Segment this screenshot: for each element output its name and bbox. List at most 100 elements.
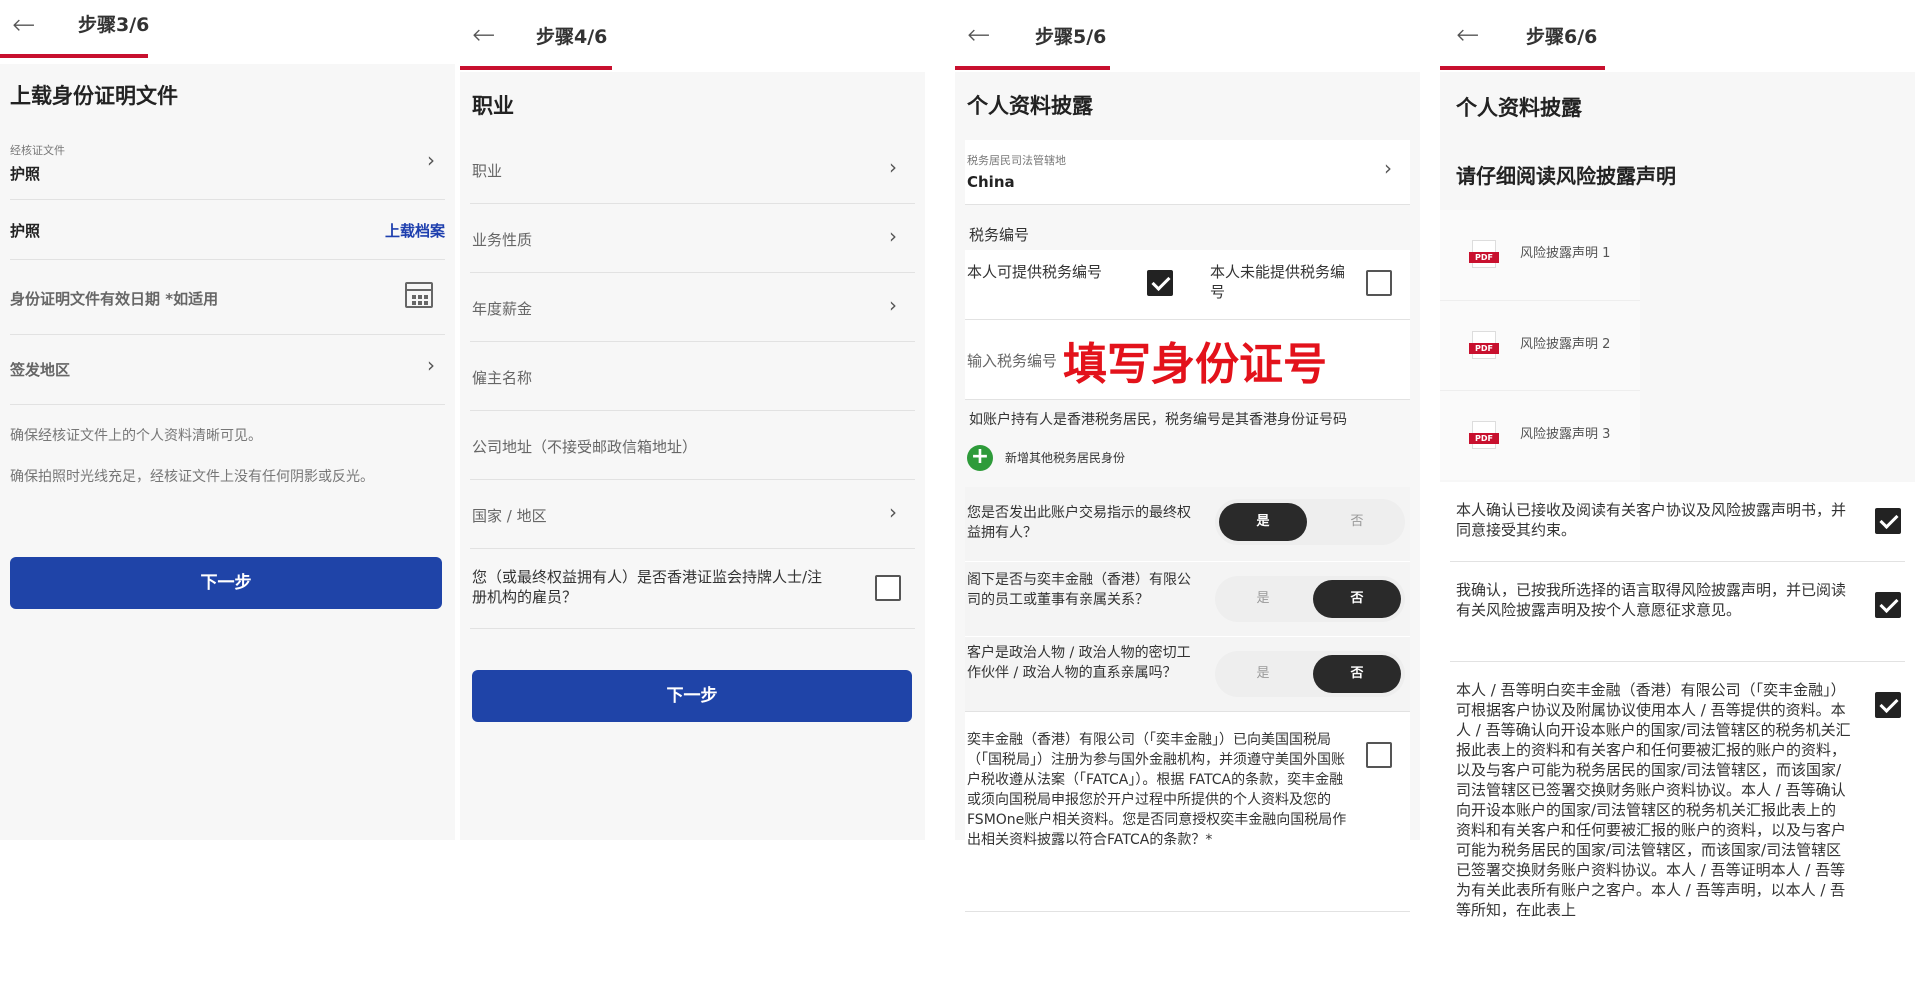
add-icon[interactable]: + — [967, 445, 993, 471]
tin-availability-row: 本人可提供税务编号 本人未能提供税务编号 — [965, 250, 1410, 320]
chevron-right-icon: › — [889, 224, 897, 248]
progress-bar — [0, 54, 148, 58]
no-option[interactable]: 否 — [1313, 655, 1401, 693]
yes-option[interactable]: 是 — [1219, 580, 1307, 618]
question-text: 您（或最终权益拥有人）是否香港证监会持牌人士/注册机构的雇员？ — [472, 568, 823, 606]
panel-step-4: ← 步骤4/6 职业 职业 › 业务性质 › 年度薪金 › 僱主名称 公司地址（… — [460, 0, 925, 1002]
field-label: 职业 — [472, 162, 503, 180]
issuing-region-row[interactable]: 签发地区 › — [10, 335, 445, 405]
step-indicator: 步骤4/6 — [536, 26, 608, 48]
confirm-language-checkbox[interactable] — [1875, 592, 1901, 618]
field-label: 年度薪金 — [472, 300, 533, 318]
back-arrow-icon[interactable]: ← — [967, 18, 990, 51]
sfc-employee-checkbox[interactable] — [875, 575, 901, 601]
step-indicator: 步骤3/6 — [78, 14, 150, 36]
tax-jurisdiction-label: 税务居民司法管辖地 — [967, 154, 1066, 167]
expiry-date-row[interactable]: 身份证明文件有效日期 *如适用 — [10, 260, 445, 335]
question-text: 阁下是否与奕丰金融（香港）有限公司的员工或董事有亲属关系？ — [967, 572, 1191, 608]
pdf-icon — [1469, 331, 1499, 359]
pdf-icon — [1469, 240, 1499, 268]
can-provide-tin-label: 本人可提供税务编号 — [967, 263, 1103, 281]
next-button[interactable]: 下一步 — [472, 670, 912, 722]
confirm-data-use-row: 本人 / 吾等明白奕丰金融（香港）有限公司（「奕丰金融」）可根据客户协议及附属协… — [1450, 662, 1905, 1002]
panel-step-5: ← 步骤5/6 个人资料披露 税务居民司法管辖地 China › 税务编号 本人… — [955, 0, 1420, 1002]
field-country-region[interactable]: 国家 / 地区 › — [470, 480, 915, 549]
field-employer-name[interactable]: 僱主名称 — [470, 342, 915, 411]
field-label: 公司地址（不接受邮政信箱地址） — [472, 438, 698, 456]
field-label: 国家 / 地区 — [472, 507, 547, 525]
doc-label: 风险披露声明 2 — [1520, 337, 1611, 352]
can-provide-tin-checkbox[interactable] — [1147, 270, 1173, 296]
field-company-address[interactable]: 公司地址（不接受邮政信箱地址） — [470, 411, 915, 480]
upload-file-link[interactable]: 上载档案 — [385, 220, 445, 241]
risk-doc-2[interactable]: 风险披露声明 2 — [1440, 300, 1640, 390]
page-title: 个人资料披露 — [1456, 96, 1582, 120]
chevron-right-icon: › — [889, 500, 897, 524]
passport-label: 护照 — [10, 222, 41, 240]
hk-tin-note: 如账户持有人是香港税务居民，税务编号是其香港身份证号码 — [969, 412, 1347, 428]
employee-relative-question: 阁下是否与奕丰金融（香港）有限公司的员工或董事有亲属关系？ 是 否 — [965, 562, 1410, 637]
chevron-right-icon: › — [1384, 156, 1392, 180]
yes-option[interactable]: 是 — [1219, 655, 1307, 693]
question-text: 客户是政治人物 / 政治人物的密切工作伙伴 / 政治人物的直系亲属吗？ — [967, 645, 1191, 681]
employee-relative-toggle[interactable]: 是 否 — [1215, 576, 1405, 622]
progress-bar — [955, 66, 1110, 70]
header: ← 步骤4/6 — [460, 0, 925, 72]
header: ← 步骤5/6 — [955, 0, 1420, 72]
next-button[interactable]: 下一步 — [10, 557, 442, 609]
no-option[interactable]: 否 — [1313, 503, 1401, 541]
confirm-received-checkbox[interactable] — [1875, 508, 1901, 534]
field-label: 僱主名称 — [472, 369, 533, 387]
chevron-right-icon: › — [889, 155, 897, 179]
field-annual-salary[interactable]: 年度薪金 › — [470, 273, 915, 342]
field-label: 业务性质 — [472, 231, 533, 249]
panel-step-6: ← 步骤6/6 个人资料披露 请仔细阅读风险披露声明 风险披露声明 1 风险披露… — [1440, 0, 1915, 1002]
document-type-label: 经核证文件 — [10, 144, 65, 157]
back-arrow-icon[interactable]: ← — [12, 8, 35, 41]
back-arrow-icon[interactable]: ← — [472, 18, 495, 51]
chevron-right-icon: › — [427, 148, 435, 172]
progress-bar — [460, 66, 612, 70]
cannot-provide-tin-checkbox[interactable] — [1366, 270, 1392, 296]
risk-doc-1[interactable]: 风险披露声明 1 — [1440, 210, 1640, 300]
field-business-nature[interactable]: 业务性质 › — [470, 204, 915, 273]
tin-input-row[interactable]: 输入税务编号 填写身份证号 — [965, 320, 1410, 400]
confirm-language-text: 我确认，已按我所选择的语言取得风险披露声明，并已阅读有关风险披露声明及按个人意愿… — [1456, 581, 1847, 619]
calendar-icon[interactable] — [405, 282, 433, 308]
confirm-data-use-text: 本人 / 吾等明白奕丰金融（香港）有限公司（「奕丰金融」）可根据客户协议及附属协… — [1456, 681, 1851, 919]
confirm-language-row: 我确认，已按我所选择的语言取得风险披露声明，并已阅读有关风险披露声明及按个人意愿… — [1450, 562, 1905, 662]
confirm-received-row: 本人确认已接收及阅读有关客户协议及风险披露声明书，并同意接受其约束。 — [1450, 490, 1905, 562]
field-occupation[interactable]: 职业 › — [470, 135, 915, 204]
document-type-value: 护照 — [10, 165, 41, 183]
confirm-data-use-checkbox[interactable] — [1875, 692, 1901, 718]
fatca-text: 奕丰金融（香港）有限公司（「奕丰金融」）已向美国国税局（「国税局」）注册为参与国… — [967, 732, 1347, 848]
tax-jurisdiction-value: China — [967, 173, 1015, 191]
page-title: 上载身份证明文件 — [10, 84, 178, 108]
yes-option[interactable]: 是 — [1219, 503, 1307, 541]
chevron-right-icon: › — [427, 353, 435, 377]
fatca-consent-checkbox[interactable] — [1366, 742, 1392, 768]
note-clarity: 确保经核证文件上的个人资料清晰可见。 — [10, 428, 262, 444]
risk-doc-3[interactable]: 风险披露声明 3 — [1440, 390, 1640, 480]
beneficial-owner-question: 您是否发出此账户交易指示的最终权益拥有人？ 是 否 — [965, 487, 1410, 562]
sfc-employee-question: 您（或最终权益拥有人）是否香港证监会持牌人士/注册机构的雇员？ — [470, 549, 915, 629]
doc-label: 风险披露声明 3 — [1520, 427, 1611, 442]
header: ← 步骤3/6 — [0, 0, 455, 64]
beneficial-owner-toggle[interactable]: 是 否 — [1215, 499, 1405, 545]
tin-input-label: 输入税务编号 — [967, 352, 1058, 370]
annotation-fill-id-number: 填写身份证号 — [1063, 339, 1327, 390]
document-type-row[interactable]: 经核证文件 护照 › — [10, 130, 445, 200]
confirm-received-text: 本人确认已接收及阅读有关客户协议及风险披露声明书，并同意接受其约束。 — [1456, 501, 1847, 539]
pep-toggle[interactable]: 是 否 — [1215, 651, 1405, 697]
back-arrow-icon[interactable]: ← — [1456, 18, 1479, 51]
add-tax-residency-link[interactable]: 新增其他税务居民身份 — [1005, 448, 1125, 468]
progress-bar — [1440, 66, 1605, 70]
fatca-consent-row: 奕丰金融（香港）有限公司（「奕丰金融」）已向美国国税局（「国税局」）注册为参与国… — [965, 712, 1410, 912]
tax-number-section-label: 税务编号 — [969, 226, 1030, 244]
tax-jurisdiction-row[interactable]: 税务居民司法管辖地 China › — [965, 140, 1410, 205]
risk-disclosure-subtitle: 请仔细阅读风险披露声明 — [1456, 164, 1676, 188]
page-title: 个人资料披露 — [967, 94, 1093, 118]
no-option[interactable]: 否 — [1313, 580, 1401, 618]
doc-label: 风险披露声明 1 — [1520, 246, 1611, 261]
cannot-provide-tin-label: 本人未能提供税务编号 — [1210, 263, 1346, 301]
